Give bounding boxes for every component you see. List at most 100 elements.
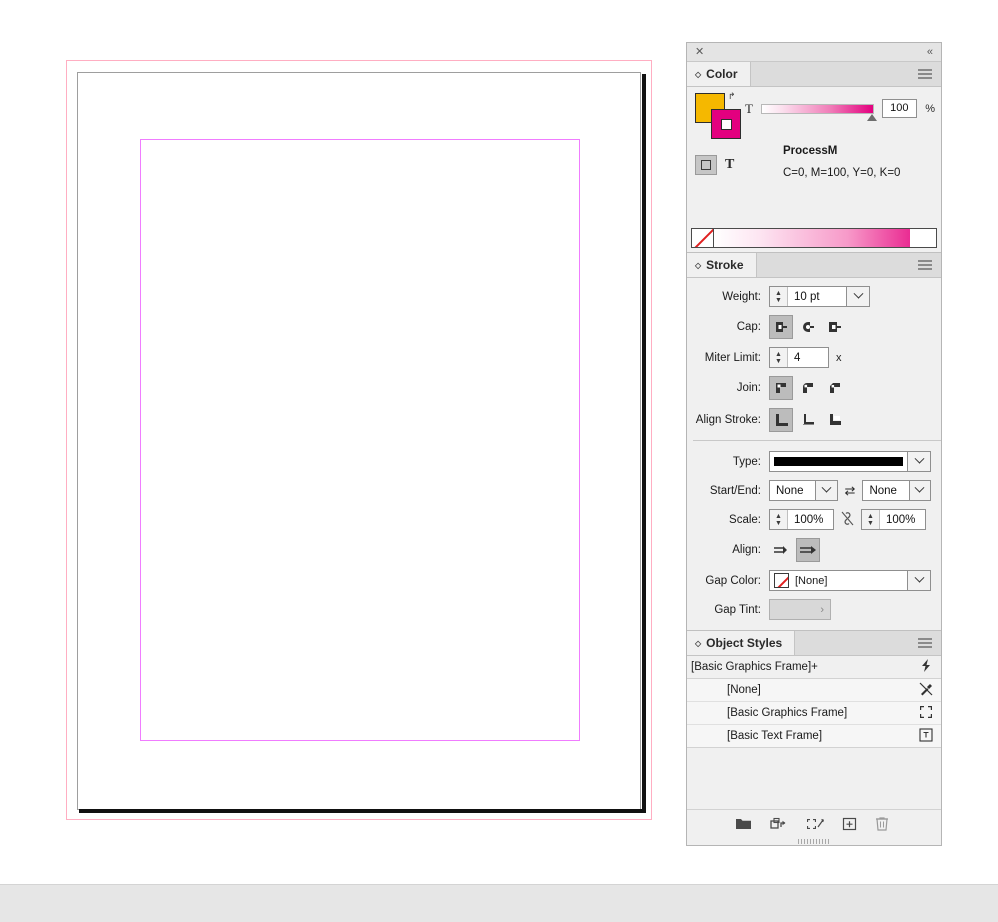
clear-attributes-icon[interactable] — [806, 817, 824, 831]
end-arrow-select[interactable]: None — [862, 480, 909, 501]
stroke-weight-label: Weight: — [687, 291, 769, 303]
align-stroke-label: Align Stroke: — [687, 414, 769, 426]
arrow-scale-label: Scale: — [687, 514, 769, 526]
none-style-icon[interactable] — [919, 682, 933, 699]
tab-color[interactable]: ◇ Color — [687, 62, 751, 86]
gap-tint-row: Gap Tint: › — [687, 599, 941, 620]
butt-cap-icon[interactable] — [769, 315, 793, 339]
align-stroke-outside-icon[interactable] — [823, 408, 847, 432]
collapse-panels-icon[interactable]: « — [927, 47, 933, 58]
round-join-icon[interactable] — [796, 376, 820, 400]
stepper-arrows-icon[interactable]: ▲▼ — [770, 348, 788, 367]
bevel-join-icon[interactable] — [823, 376, 847, 400]
stepper-arrows-icon[interactable]: ▲▼ — [770, 510, 788, 529]
tint-percent-label: % — [925, 103, 935, 115]
document-canvas[interactable] — [0, 0, 686, 884]
stroke-weight-dropdown[interactable] — [847, 286, 870, 307]
panel-resize-grip[interactable] — [687, 837, 941, 845]
object-style-name: [None] — [691, 684, 919, 696]
miter-limit-row: Miter Limit: ▲▼ 4 x — [687, 347, 941, 368]
object-styles-body: [Basic Graphics Frame]+ [None] [Basic Gr… — [687, 656, 941, 845]
extend-arrow-beyond-path-icon[interactable] — [796, 538, 820, 562]
fill-stroke-swatches[interactable]: ↰ — [695, 93, 751, 149]
start-arrow-select[interactable]: None — [769, 480, 816, 501]
stroke-type-dropdown[interactable] — [908, 451, 931, 472]
stroke-panel-tabbar: ◇ Stroke — [687, 253, 941, 278]
gap-color-select[interactable]: [None] — [769, 570, 908, 591]
stroke-cap-label: Cap: — [687, 321, 769, 333]
miter-limit-stepper[interactable]: ▲▼ 4 — [769, 347, 829, 368]
start-scale-stepper[interactable]: ▲▼ 100% — [769, 509, 834, 530]
end-scale-stepper[interactable]: ▲▼ 100% — [861, 509, 926, 530]
list-item[interactable]: [None] — [687, 679, 941, 702]
chevron-down-icon — [915, 483, 925, 493]
tint-slider[interactable] — [761, 104, 874, 114]
stroke-panel-divider — [693, 440, 941, 441]
format-affects-container-icon[interactable] — [695, 155, 717, 175]
color-cmyk-values: C=0, M=100, Y=0, K=0 — [783, 167, 900, 179]
stroke-panel-menu-button[interactable] — [909, 253, 941, 277]
end-arrow-dropdown[interactable] — [910, 480, 931, 501]
panel-collapse-diamond-icon[interactable]: ◇ — [695, 261, 701, 270]
align-stroke-center-icon[interactable] — [769, 408, 793, 432]
start-scale-input[interactable]: 100% — [788, 510, 833, 529]
stepper-arrows-icon[interactable]: ▲▼ — [862, 510, 880, 529]
projecting-cap-icon[interactable] — [823, 315, 847, 339]
list-item[interactable]: [Basic Graphics Frame] — [687, 702, 941, 725]
color-panel-menu-button[interactable] — [909, 62, 941, 86]
color-spectrum-ramp[interactable] — [691, 228, 937, 248]
object-styles-menu-button[interactable] — [909, 631, 941, 655]
tint-slider-thumb[interactable] — [867, 114, 877, 121]
solid-line-icon — [774, 457, 903, 466]
align-stroke-inside-icon[interactable] — [796, 408, 820, 432]
paper-swatch[interactable] — [910, 229, 936, 247]
align-arrow-to-path-end-icon[interactable] — [769, 538, 793, 562]
tab-object-styles-label: Object Styles — [706, 636, 782, 650]
stroke-panel: ◇ Stroke Weight: ▲▼ 10 pt Cap: — [687, 253, 941, 631]
tint-ramp[interactable] — [714, 229, 936, 247]
object-styles-empty-area[interactable] — [687, 748, 941, 809]
color-panel-body: ↰ T T 100 % ProcessM C=0, M=100, Y=0, K=… — [687, 87, 941, 252]
format-affects-text-icon[interactable]: T — [725, 157, 734, 173]
stroke-swatch[interactable] — [711, 109, 741, 139]
list-item[interactable]: [Basic Text Frame] — [687, 725, 941, 748]
close-icon[interactable]: ✕ — [695, 47, 704, 58]
arrow-align-row: Align: — [687, 538, 941, 562]
start-end-label: Start/End: — [687, 485, 769, 497]
color-panel-tabbar: ◇ Color — [687, 62, 941, 87]
gap-color-dropdown[interactable] — [908, 570, 931, 591]
panel-collapse-diamond-icon[interactable]: ◇ — [695, 70, 701, 79]
tab-stroke[interactable]: ◇ Stroke — [687, 253, 757, 277]
tab-object-styles[interactable]: ◇ Object Styles — [687, 631, 795, 655]
formatting-target-row: T — [695, 155, 734, 175]
swap-start-end-icon[interactable]: ⇄ — [845, 483, 856, 499]
current-object-style-row[interactable]: [Basic Graphics Frame]+ — [687, 656, 941, 679]
miter-limit-input[interactable]: 4 — [788, 348, 828, 367]
swap-fill-stroke-icon[interactable]: ↰ — [728, 91, 736, 102]
graphics-frame-icon[interactable] — [919, 705, 933, 722]
start-arrow-dropdown[interactable] — [816, 480, 837, 501]
stroke-weight-input[interactable]: 10 pt — [788, 287, 846, 306]
new-style-group-icon[interactable] — [735, 817, 752, 831]
tint-input[interactable]: 100 — [882, 99, 918, 118]
stroke-weight-stepper[interactable]: ▲▼ 10 pt — [769, 286, 847, 307]
text-frame-icon[interactable] — [919, 728, 933, 745]
hamburger-menu-icon — [918, 638, 932, 648]
lightning-bolt-icon[interactable] — [919, 658, 933, 676]
broken-link-icon[interactable] — [841, 511, 854, 529]
stroke-type-preview[interactable] — [769, 451, 908, 472]
none-swatch-icon[interactable] — [692, 229, 714, 247]
stepper-arrows-icon[interactable]: ▲▼ — [770, 287, 788, 306]
clear-overrides-icon[interactable] — [770, 817, 788, 831]
object-styles-list: [None] [Basic Graphics Frame] [Basic Tex… — [687, 679, 941, 748]
round-cap-icon[interactable] — [796, 315, 820, 339]
end-scale-input[interactable]: 100% — [880, 510, 925, 529]
miter-join-icon[interactable] — [769, 376, 793, 400]
object-styles-panel: ◇ Object Styles [Basic Graphics Frame]+ … — [687, 631, 941, 845]
delete-style-icon[interactable] — [875, 816, 889, 831]
gap-color-row: Gap Color: [None] — [687, 570, 941, 591]
arrow-scale-row: Scale: ▲▼ 100% ▲▼ 100% — [687, 509, 941, 530]
new-style-icon[interactable] — [842, 817, 857, 831]
gap-color-value: [None] — [795, 575, 827, 587]
panel-collapse-diamond-icon[interactable]: ◇ — [695, 639, 701, 648]
